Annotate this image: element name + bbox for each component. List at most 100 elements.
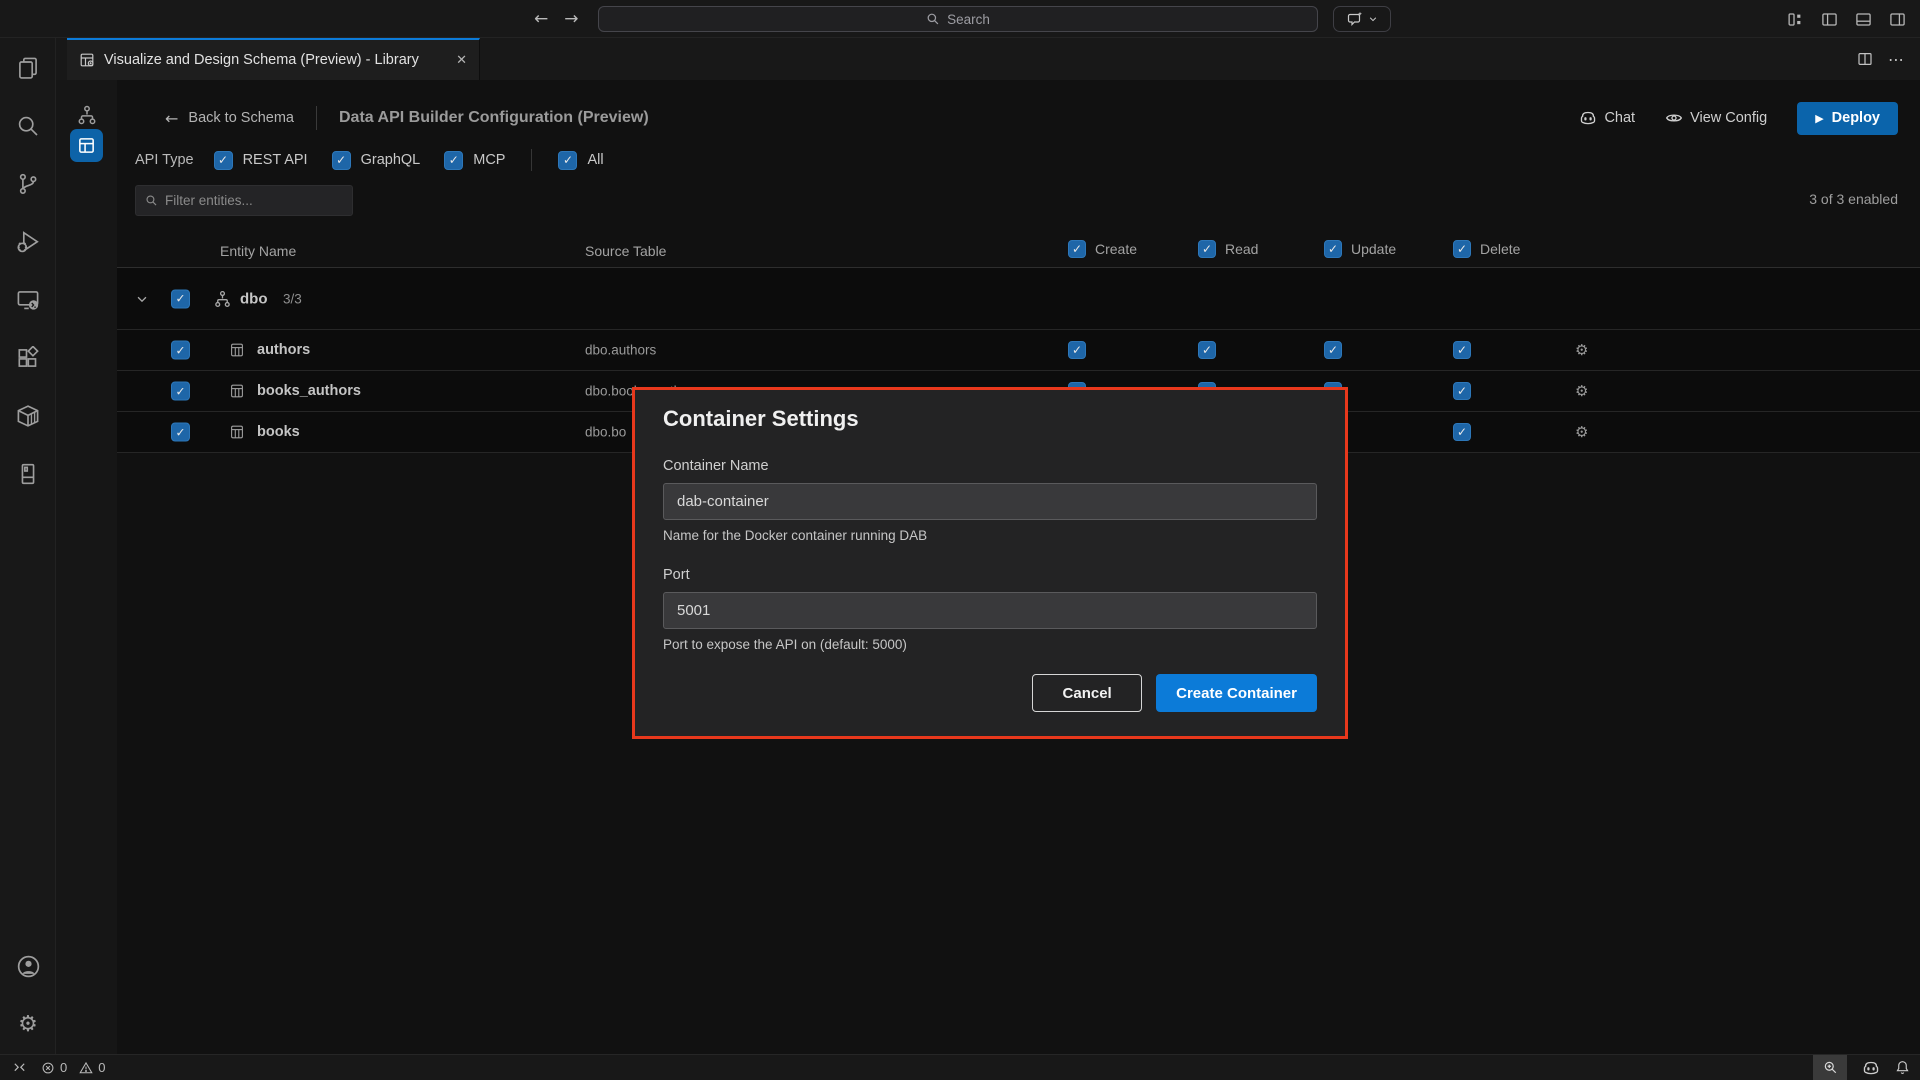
extension-view-switcher xyxy=(56,80,117,1054)
split-editor-icon[interactable] xyxy=(1857,51,1873,67)
dialog-title: Container Settings xyxy=(663,406,1317,432)
row-checkbox[interactable]: ✓ xyxy=(171,423,190,442)
filter-entities-box xyxy=(135,185,353,216)
tab-close-icon[interactable]: ✕ xyxy=(456,53,467,68)
database-projects-icon[interactable] xyxy=(0,454,56,494)
enabled-summary: 3 of 3 enabled xyxy=(1809,191,1898,207)
nav-forward-icon[interactable]: → xyxy=(564,9,578,29)
tab-visualize-schema[interactable]: Visualize and Design Schema (Preview) - … xyxy=(67,38,480,80)
graphql-checkbox[interactable]: ✓ xyxy=(332,151,351,170)
delete-checkbox[interactable]: ✓ xyxy=(1453,423,1471,441)
rest-api-checkbox[interactable]: ✓ xyxy=(214,151,233,170)
back-to-schema-label: Back to Schema xyxy=(188,110,294,126)
create-all-checkbox[interactable]: ✓ xyxy=(1068,240,1086,258)
entity-name: books_authors xyxy=(257,383,361,399)
delete-all-checkbox[interactable]: ✓ xyxy=(1453,240,1471,258)
create-container-button[interactable]: Create Container xyxy=(1156,674,1317,712)
mcp-checkbox[interactable]: ✓ xyxy=(444,151,463,170)
filter-divider xyxy=(531,149,532,171)
explorer-icon[interactable] xyxy=(0,48,56,88)
chat-label: Chat xyxy=(1604,110,1635,126)
container-settings-dialog: Container Settings Container Name Name f… xyxy=(632,387,1348,739)
row-settings-button[interactable]: ⚙ xyxy=(1575,423,1588,441)
activity-bar: ⚙ xyxy=(0,38,56,1054)
account-icon[interactable] xyxy=(0,946,56,986)
remote-indicator[interactable] xyxy=(12,1060,27,1075)
run-debug-icon[interactable] xyxy=(0,222,56,262)
col-delete: Delete xyxy=(1480,241,1520,257)
table-icon xyxy=(229,424,245,440)
filter-mcp: ✓ MCP xyxy=(444,151,505,170)
source-control-icon[interactable] xyxy=(0,164,56,204)
more-actions-icon[interactable]: ⋯ xyxy=(1888,50,1904,69)
warning-count: 0 xyxy=(98,1060,105,1075)
entity-name: books xyxy=(257,424,300,440)
copilot-chat-button[interactable] xyxy=(1333,6,1391,32)
update-all-checkbox[interactable]: ✓ xyxy=(1324,240,1342,258)
delete-checkbox[interactable]: ✓ xyxy=(1453,341,1471,359)
remote-explorer-icon[interactable] xyxy=(0,280,56,320)
settings-gear-icon[interactable]: ⚙ xyxy=(0,1004,56,1044)
search-placeholder: Search xyxy=(947,12,990,27)
api-type-label: API Type xyxy=(135,152,194,168)
source-table: dbo.authors xyxy=(585,343,656,358)
read-checkbox[interactable]: ✓ xyxy=(1198,341,1216,359)
filter-graphql: ✓ GraphQL xyxy=(332,151,421,170)
container-tools-icon[interactable] xyxy=(0,396,56,436)
container-name-help: Name for the Docker container running DA… xyxy=(663,528,1317,543)
chevron-down-icon xyxy=(1368,14,1378,24)
source-table: dbo.bo xyxy=(585,425,626,440)
create-checkbox[interactable]: ✓ xyxy=(1068,341,1086,359)
row-checkbox[interactable]: ✓ xyxy=(171,341,190,360)
port-label: Port xyxy=(663,567,1317,583)
zoom-status-button[interactable] xyxy=(1813,1055,1847,1080)
schema-group-row: ✓ dbo 3/3 xyxy=(117,268,1920,330)
status-bar: 0 0 xyxy=(0,1054,1920,1080)
search-icon xyxy=(926,12,940,26)
customize-layout-icon[interactable] xyxy=(1787,11,1804,28)
port-help: Port to expose the API on (default: 5000… xyxy=(663,637,1317,652)
deploy-label: Deploy xyxy=(1832,110,1880,126)
table-designer-view-icon[interactable] xyxy=(70,129,103,162)
copilot-status-icon[interactable] xyxy=(1862,1059,1880,1077)
deploy-button[interactable]: ▶ Deploy xyxy=(1797,102,1898,135)
toggle-primary-sidebar-icon[interactable] xyxy=(1821,11,1838,28)
search-view-icon[interactable] xyxy=(0,106,56,146)
delete-checkbox[interactable]: ✓ xyxy=(1453,382,1471,400)
table-icon xyxy=(229,383,245,399)
container-name-input[interactable] xyxy=(663,483,1317,520)
port-input[interactable] xyxy=(663,592,1317,629)
filter-entities-input[interactable] xyxy=(165,193,325,208)
read-all-checkbox[interactable]: ✓ xyxy=(1198,240,1216,258)
schema-visualizer-view-icon[interactable] xyxy=(70,98,103,131)
filter-rest-api: ✓ REST API xyxy=(214,151,308,170)
entity-name: authors xyxy=(257,342,310,358)
schema-group-count: 3/3 xyxy=(283,291,302,306)
toggle-secondary-sidebar-icon[interactable] xyxy=(1889,11,1906,28)
problems-indicator[interactable]: 0 0 xyxy=(41,1060,105,1075)
global-search-input[interactable]: Search xyxy=(598,6,1318,32)
table-icon xyxy=(229,342,245,358)
update-checkbox[interactable]: ✓ xyxy=(1324,341,1342,359)
row-settings-button[interactable]: ⚙ xyxy=(1575,341,1588,359)
view-config-button[interactable]: View Config xyxy=(1665,109,1767,127)
container-name-label: Container Name xyxy=(663,458,1317,474)
col-read: Read xyxy=(1225,241,1258,257)
nav-back-icon[interactable]: ← xyxy=(534,9,548,29)
row-checkbox[interactable]: ✓ xyxy=(171,382,190,401)
cancel-button[interactable]: Cancel xyxy=(1032,674,1142,712)
collapse-chevron-icon[interactable] xyxy=(135,292,149,306)
play-icon: ▶ xyxy=(1815,112,1823,125)
tab-title: Visualize and Design Schema (Preview) - … xyxy=(104,52,419,68)
schema-group-checkbox[interactable]: ✓ xyxy=(171,289,190,308)
row-settings-button[interactable]: ⚙ xyxy=(1575,382,1588,400)
chat-button[interactable]: Chat xyxy=(1579,109,1635,127)
notifications-bell-icon[interactable] xyxy=(1895,1060,1910,1075)
title-bar: ← → Search xyxy=(0,0,1920,38)
toggle-panel-icon[interactable] xyxy=(1855,11,1872,28)
extensions-icon[interactable] xyxy=(0,338,56,378)
warning-icon xyxy=(79,1061,93,1075)
all-checkbox[interactable]: ✓ xyxy=(558,151,577,170)
back-to-schema-link[interactable]: ← Back to Schema xyxy=(165,109,294,128)
entity-row-authors: ✓ authors dbo.authors ✓ ✓ ✓ ✓ ⚙ xyxy=(117,330,1920,371)
